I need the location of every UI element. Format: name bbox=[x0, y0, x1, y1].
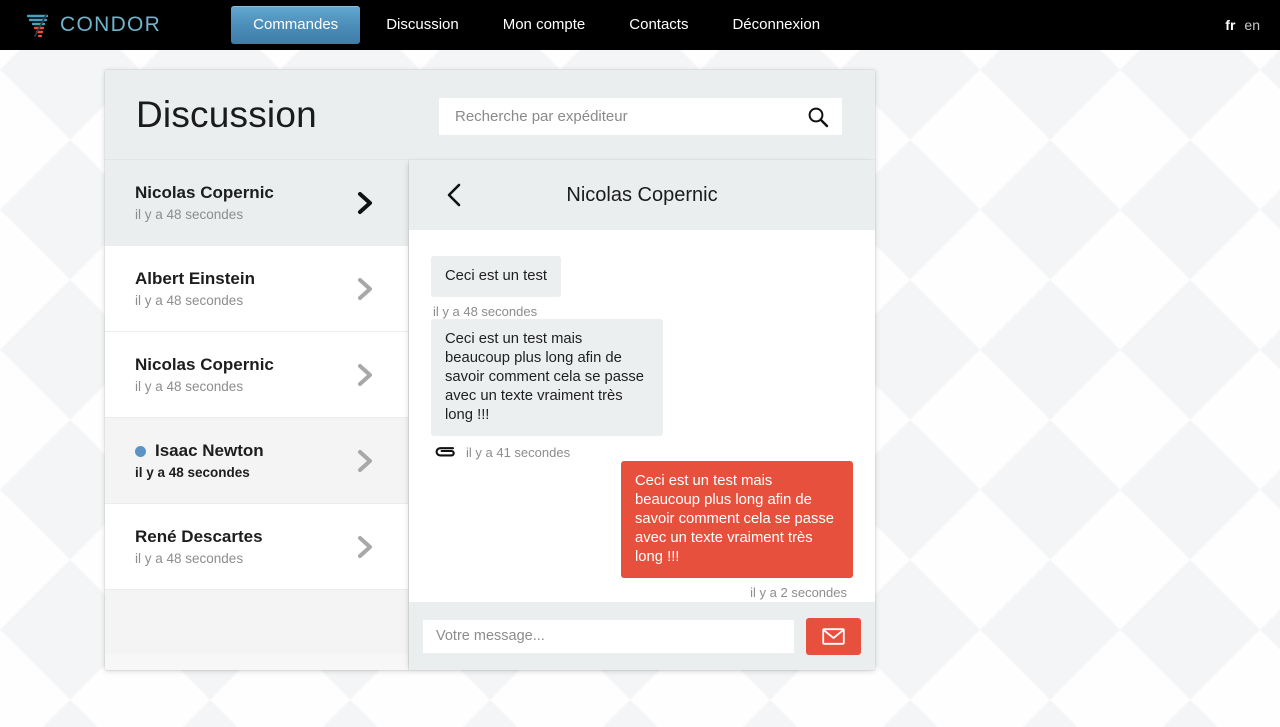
top-navbar: CONDOR Commandes Discussion Mon compte C… bbox=[0, 0, 1280, 50]
conversation-name: Albert Einstein bbox=[135, 269, 255, 288]
unread-dot-icon bbox=[135, 445, 146, 457]
conversation-item-3[interactable]: Isaac Newton il y a 48 secondes bbox=[105, 418, 408, 504]
message-composer bbox=[409, 602, 875, 670]
nav-item-mon-compte[interactable]: Mon compte bbox=[481, 6, 608, 44]
chevron-right-icon bbox=[355, 448, 375, 474]
message-time: il y a 41 secondes bbox=[466, 444, 571, 460]
conversation-time: il y a 48 secondes bbox=[135, 207, 244, 222]
chevron-right-icon bbox=[355, 190, 375, 216]
search-button[interactable] bbox=[794, 98, 842, 135]
paperclip-icon[interactable] bbox=[433, 443, 457, 461]
chevron-right-icon bbox=[355, 534, 375, 560]
message-time: il y a 48 secondes bbox=[433, 304, 538, 319]
conversation-name-text: Isaac Newton bbox=[155, 441, 264, 460]
message-meta: il y a 41 secondes bbox=[431, 436, 572, 461]
language-switcher: fr en bbox=[1225, 0, 1260, 50]
message-meta: il y a 48 secondes bbox=[431, 297, 539, 319]
chat-pane: Nicolas Copernic Ceci est un test il y a… bbox=[409, 160, 875, 670]
lang-en[interactable]: en bbox=[1244, 17, 1260, 33]
message-row-0: Ceci est un test il y a 48 secondes bbox=[431, 256, 853, 319]
conversation-texts: René Descartes il y a 48 secondes bbox=[135, 527, 263, 566]
card-header: Discussion bbox=[105, 70, 875, 160]
conversation-texts: Isaac Newton il y a 48 secondes bbox=[135, 441, 264, 480]
conversation-texts: Nicolas Copernic il y a 48 secondes bbox=[135, 183, 274, 222]
conversation-time: il y a 48 secondes bbox=[135, 551, 244, 566]
card-body: Nicolas Copernic il y a 48 secondes Albe… bbox=[105, 160, 875, 670]
message-row-2: Ceci est un test mais beaucoup plus long… bbox=[431, 461, 853, 600]
message-row-1: Ceci est un test mais beaucoup plus long… bbox=[431, 319, 853, 461]
conversation-texts: Albert Einstein il y a 48 secondes bbox=[135, 269, 255, 308]
nav-item-commandes[interactable]: Commandes bbox=[231, 6, 361, 44]
conversation-list: Nicolas Copernic il y a 48 secondes Albe… bbox=[105, 160, 409, 670]
discussion-card: Discussion Nicolas Copernic il y a 48 se… bbox=[105, 70, 875, 670]
conversation-name: Nicolas Copernic bbox=[135, 183, 274, 202]
brand-logo[interactable]: CONDOR bbox=[26, 0, 161, 50]
conversation-name: Isaac Newton bbox=[135, 441, 264, 461]
conversation-time: il y a 48 secondes bbox=[135, 465, 250, 480]
conversation-item-1[interactable]: Albert Einstein il y a 48 secondes bbox=[105, 246, 408, 332]
chevron-right-icon bbox=[355, 276, 375, 302]
message-bubble: Ceci est un test mais beaucoup plus long… bbox=[431, 319, 663, 436]
conversation-time: il y a 48 secondes bbox=[135, 379, 244, 394]
page-title: Discussion bbox=[136, 93, 317, 135]
search-icon bbox=[808, 107, 829, 127]
send-button[interactable] bbox=[806, 617, 861, 655]
lang-fr[interactable]: fr bbox=[1225, 17, 1235, 33]
nav-item-discussion[interactable]: Discussion bbox=[364, 6, 481, 44]
brand-name: CONDOR bbox=[60, 13, 162, 36]
search-input[interactable] bbox=[439, 98, 794, 135]
nav-item-deconnexion[interactable]: Déconnexion bbox=[710, 6, 842, 44]
message-time: il y a 2 secondes bbox=[750, 585, 847, 600]
conversation-item-0[interactable]: Nicolas Copernic il y a 48 secondes bbox=[105, 160, 408, 246]
chat-messages: Ceci est un test il y a 48 secondes Ceci… bbox=[409, 230, 875, 602]
chevron-left-icon bbox=[447, 183, 461, 207]
message-bubble: Ceci est un test mais beaucoup plus long… bbox=[621, 461, 853, 578]
nav-links: Commandes Discussion Mon compte Contacts… bbox=[227, 0, 842, 50]
conversation-list-filler bbox=[105, 590, 408, 654]
back-button[interactable] bbox=[431, 172, 477, 218]
chat-header: Nicolas Copernic bbox=[409, 160, 875, 230]
conversation-item-4[interactable]: René Descartes il y a 48 secondes bbox=[105, 504, 408, 590]
condor-wing-icon bbox=[26, 14, 49, 38]
chat-title: Nicolas Copernic bbox=[566, 183, 718, 206]
nav-item-contacts[interactable]: Contacts bbox=[607, 6, 710, 44]
message-meta: il y a 2 secondes bbox=[748, 578, 853, 600]
conversation-texts: Nicolas Copernic il y a 48 secondes bbox=[135, 355, 274, 394]
chevron-right-icon bbox=[355, 362, 375, 388]
conversation-name: Nicolas Copernic bbox=[135, 355, 274, 374]
conversation-time: il y a 48 secondes bbox=[135, 293, 244, 308]
search-bar bbox=[439, 98, 842, 135]
conversation-name: René Descartes bbox=[135, 527, 263, 546]
conversation-item-2[interactable]: Nicolas Copernic il y a 48 secondes bbox=[105, 332, 408, 418]
message-bubble: Ceci est un test bbox=[431, 256, 561, 297]
envelope-icon bbox=[822, 627, 845, 645]
message-input[interactable] bbox=[423, 619, 794, 653]
